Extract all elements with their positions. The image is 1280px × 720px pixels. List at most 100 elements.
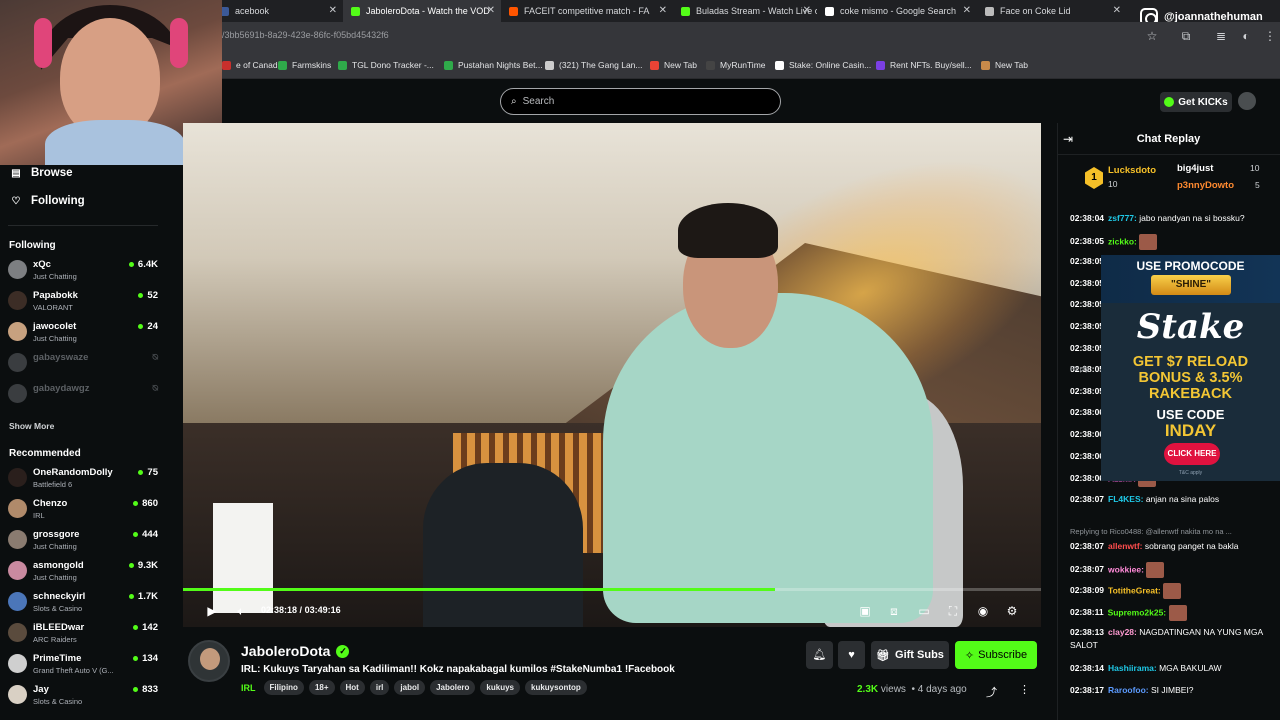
- search-icon: ⌕: [511, 96, 517, 107]
- share-icon[interactable]: ⤴: [986, 684, 997, 700]
- tag-chip[interactable]: jabol: [394, 680, 426, 695]
- player-controls: ▶ 🔈︎ 02:38:18 / 03:49:16 ▣ ⧈ ▭ ⛶ ◉ ⚙: [183, 598, 1041, 624]
- message-timestamp: 02:38:05: [1070, 299, 1105, 310]
- profile-icon[interactable]: ◐: [1239, 29, 1253, 43]
- message-username[interactable]: allenwtf:: [1108, 541, 1142, 551]
- browser-tab[interactable]: FACEIT competitive match - FA ✕: [501, 0, 673, 22]
- reading-list-icon[interactable]: ≣: [1214, 29, 1228, 43]
- tag-chip[interactable]: irl: [369, 680, 390, 695]
- tag-chip[interactable]: Hot: [339, 680, 365, 695]
- clip-icon[interactable]: ▣: [857, 603, 873, 619]
- sidebar-channel[interactable]: jawocolet Just Chatting 24: [8, 319, 158, 347]
- message-username[interactable]: TotitheGreat:: [1108, 585, 1161, 595]
- sidebar-channel[interactable]: iBLEEDwar ARC Raiders 142: [8, 620, 158, 648]
- bookmark-item[interactable]: New Tab: [981, 60, 1028, 70]
- star-icon[interactable]: ☆: [1145, 29, 1159, 43]
- follow-button[interactable]: ♥: [838, 641, 865, 669]
- speed-icon[interactable]: ◉: [975, 603, 991, 619]
- sidebar-channel[interactable]: PrimeTime Grand Theft Auto V (G... 134: [8, 651, 158, 679]
- bookmark-item[interactable]: New Tab: [650, 60, 697, 70]
- stake-ad[interactable]: USE PROMOCODE "SHINE" Stake GET $7 RELOA…: [1101, 255, 1280, 481]
- tag-chip[interactable]: 18+: [308, 680, 335, 695]
- bookmark-item[interactable]: Farmskins: [278, 60, 331, 70]
- play-icon[interactable]: ▶: [204, 603, 220, 619]
- tag-chip[interactable]: kukuys: [480, 680, 520, 695]
- sidebar-channel[interactable]: Jay Slots & Casino 833: [8, 682, 158, 710]
- bookmark-item[interactable]: Rent NFTs. Buy/sell...: [876, 60, 972, 70]
- message-username[interactable]: Supremo2k25:: [1108, 607, 1167, 617]
- sidebar-channel[interactable]: schneckyirl Slots & Casino 1.7K: [8, 589, 158, 617]
- browse-icon: ▤: [11, 167, 21, 179]
- message-username[interactable]: FL4KES:: [1108, 494, 1143, 504]
- bookmark-item[interactable]: Stake: Online Casin...: [775, 60, 871, 70]
- views-count: 2.3K: [857, 684, 879, 695]
- close-tab-icon[interactable]: ✕: [659, 5, 667, 16]
- close-tab-icon[interactable]: ✕: [803, 5, 811, 16]
- sidebar-channel[interactable]: Chenzo IRL 860: [8, 496, 158, 524]
- bookmark-item[interactable]: MyRunTime: [706, 60, 766, 70]
- settings-icon[interactable]: ⚙: [1004, 603, 1020, 619]
- nav-following[interactable]: ♡ Following: [10, 195, 85, 207]
- volume-icon[interactable]: 🔈︎: [233, 603, 249, 619]
- tag-chip[interactable]: Jabolero: [430, 680, 476, 695]
- leader-2[interactable]: big4just: [1177, 163, 1213, 174]
- message-username[interactable]: zsf777:: [1108, 213, 1137, 223]
- notification-button[interactable]: 🔔︎: [806, 641, 833, 669]
- menu-icon[interactable]: ⋮: [1263, 29, 1277, 43]
- user-avatar[interactable]: [1238, 92, 1256, 110]
- subscribe-button[interactable]: ✧ Subscribe: [955, 641, 1037, 669]
- bookmark-item[interactable]: (321) The Gang Lan...: [545, 60, 642, 70]
- browser-tab[interactable]: Face on Coke Lid ✕: [977, 0, 1127, 22]
- gift-subs-button[interactable]: 🎁︎ Gift Subs: [871, 641, 949, 669]
- tag-chip[interactable]: Filipino: [263, 680, 304, 695]
- reply-context: Replying to Rico0488: @allenwtf nakita m…: [1070, 527, 1232, 536]
- fullscreen-icon[interactable]: ⛶: [945, 603, 961, 619]
- kicks-icon: [1164, 97, 1175, 107]
- channel-category: Slots & Casino: [33, 697, 83, 706]
- extensions-icon[interactable]: ⧉: [1179, 29, 1193, 43]
- ad-cta-button[interactable]: CLICK HERE: [1164, 443, 1220, 465]
- sidebar-channel[interactable]: Papabokk VALORANT 52: [8, 288, 158, 316]
- sidebar-channel[interactable]: grossgore Just Chatting 444: [8, 527, 158, 555]
- nav-browse[interactable]: ▤ Browse: [10, 167, 72, 179]
- browser-tab[interactable]: JaboleroDota - Watch the VOD ✕: [343, 0, 501, 22]
- channel-name[interactable]: JaboleroDota: [241, 643, 330, 659]
- channel-avatar[interactable]: [188, 640, 230, 682]
- close-tab-icon[interactable]: ✕: [487, 5, 495, 16]
- bookmark-favicon-icon: [278, 60, 287, 70]
- close-tab-icon[interactable]: ✕: [1113, 5, 1121, 16]
- browser-tab[interactable]: Buladas Stream - Watch Live o ✕: [673, 0, 817, 22]
- leader-1[interactable]: Lucksdoto: [1108, 165, 1156, 176]
- sidebar-channel[interactable]: gabayswaze ⍉: [8, 350, 158, 378]
- leader-3[interactable]: p3nnyDowto: [1177, 180, 1234, 191]
- message-username[interactable]: wokkiee:: [1108, 564, 1144, 574]
- sidebar-channel[interactable]: asmongold Just Chatting 9.3K: [8, 558, 158, 586]
- seek-bar[interactable]: [183, 588, 1041, 591]
- theater-icon[interactable]: ▭: [916, 603, 932, 619]
- bookmark-item[interactable]: Pustahan Nights Bet...: [444, 60, 543, 70]
- video-player[interactable]: [183, 123, 1041, 627]
- browser-tab[interactable]: acebook ✕: [212, 0, 343, 22]
- recommended-heading: Recommended: [9, 448, 81, 459]
- channel-avatar: [8, 561, 27, 580]
- tag-chip[interactable]: kukuysontop: [525, 680, 587, 695]
- close-tab-icon[interactable]: ✕: [963, 5, 971, 16]
- show-more-button[interactable]: Show More: [9, 421, 54, 431]
- search-input[interactable]: ⌕ Search: [500, 88, 781, 115]
- close-tab-icon[interactable]: ✕: [329, 5, 337, 16]
- browser-tab[interactable]: coke mismo - Google Search ✕: [817, 0, 977, 22]
- bookmark-item[interactable]: TGL Dono Tracker -...: [338, 60, 434, 70]
- message-username[interactable]: zickko:: [1108, 236, 1137, 246]
- category-link[interactable]: IRL: [241, 683, 256, 693]
- more-options-icon[interactable]: ⋮: [1019, 683, 1030, 696]
- message-username[interactable]: Raroofoo:: [1108, 685, 1149, 695]
- sidebar-channel[interactable]: OneRandomDolly Battlefield 6 75: [8, 465, 158, 493]
- get-kicks-button[interactable]: Get KICKs: [1160, 92, 1232, 112]
- sidebar-channel[interactable]: xQc Just Chatting 6.4K: [8, 257, 158, 285]
- miniplayer-icon[interactable]: ⧈: [886, 603, 902, 619]
- message-username[interactable]: clay28:: [1108, 627, 1137, 637]
- url-text[interactable]: /3bb5691b-8a29-423e-86fc-f05bd45432f6: [222, 30, 389, 40]
- bookmark-item[interactable]: e of Canad...: [222, 60, 285, 70]
- message-username[interactable]: Hashiirama:: [1108, 663, 1157, 673]
- sidebar-channel[interactable]: gabaydawgz ⍉: [8, 381, 158, 409]
